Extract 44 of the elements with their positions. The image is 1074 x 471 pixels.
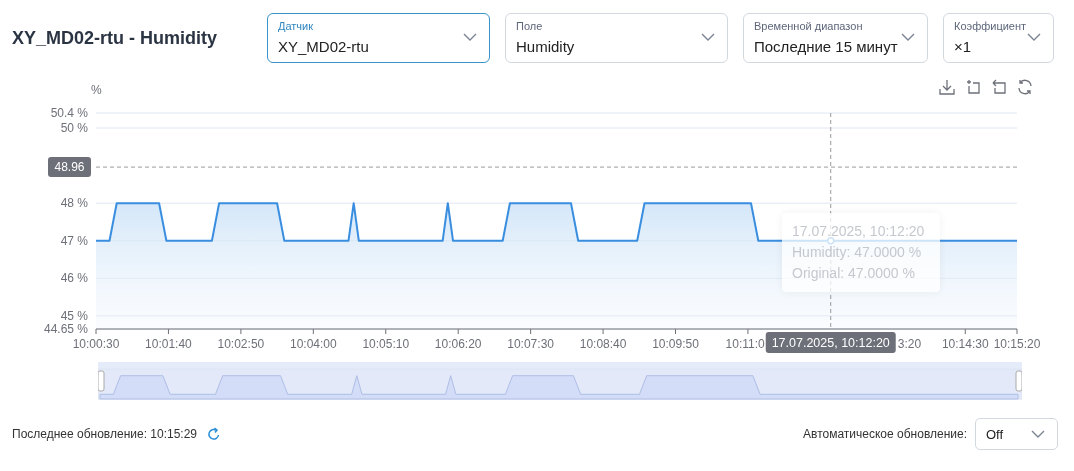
select-field[interactable]: Коэффициент ×1 [943,12,1054,63]
undo-zoom-icon[interactable] [990,78,1008,96]
x-axis-label: 10:09:50 [652,337,699,351]
x-axis-label: 10:11:0 [725,337,765,351]
auto-update-label: Автоматическое обновление: [803,427,967,441]
y-axis-label: 47 % [60,233,88,248]
x-axis-label: 10:01:40 [145,337,192,351]
chevron-down-icon [701,32,715,42]
range-slider[interactable] [98,362,1022,402]
x-axis-label: 10:00:30 [72,337,120,351]
y-axis-label: 44.65 % [43,322,88,336]
x-axis-label: 10:06:20 [434,337,482,351]
chevron-down-icon [901,32,915,42]
y-axis-label: 45 % [60,308,88,323]
auto-update-select[interactable]: Off [975,418,1058,450]
x-axis-label: 10:05:10 [362,337,410,351]
tooltip-title: 17.07.2025, 10:12:20 [792,222,926,241]
refresh-icon[interactable] [1016,78,1034,96]
zoom-select-icon[interactable] [964,78,982,96]
download-icon[interactable] [938,78,956,96]
x-axis-label: 10:04:00 [289,337,337,351]
x-axis-label: 10:08:40 [579,337,627,351]
chevron-down-icon [1031,430,1045,439]
time-badge: 17.07.2025, 10:12:20 [765,332,896,353]
select-field[interactable]: Датчик XY_MD02-rtu [267,12,490,63]
y-axis-label: 46 % [60,271,88,286]
select-field[interactable]: Поле Humidity [505,12,728,63]
y-axis-label: 50 % [60,121,88,136]
value-badge: 48.96 [48,157,91,178]
axis-unit: % [91,83,102,97]
y-axis-label: 48 % [60,196,88,211]
x-axis-label: 3:20 [897,337,922,351]
page-title: XY_MD02-rtu - Humidity [12,28,219,49]
chevron-down-icon [1027,32,1041,42]
x-axis-label: 10:02:50 [217,337,265,351]
select-field[interactable]: Временной диапазон Последние 15 минут [743,12,928,63]
ref-line-label: 48.96 [54,160,85,175]
y-axis-label: 50.4 % [50,106,88,120]
x-axis-label: 10:07:30 [507,337,554,351]
x-axis-label: 10:14:30 [941,337,989,351]
refresh-icon[interactable] [207,427,222,441]
chevron-down-icon [463,32,477,42]
last-update-text: Последнее обновление: 10:15:29 [12,427,198,441]
x-axis-label: 10:15:20 [993,337,1041,351]
